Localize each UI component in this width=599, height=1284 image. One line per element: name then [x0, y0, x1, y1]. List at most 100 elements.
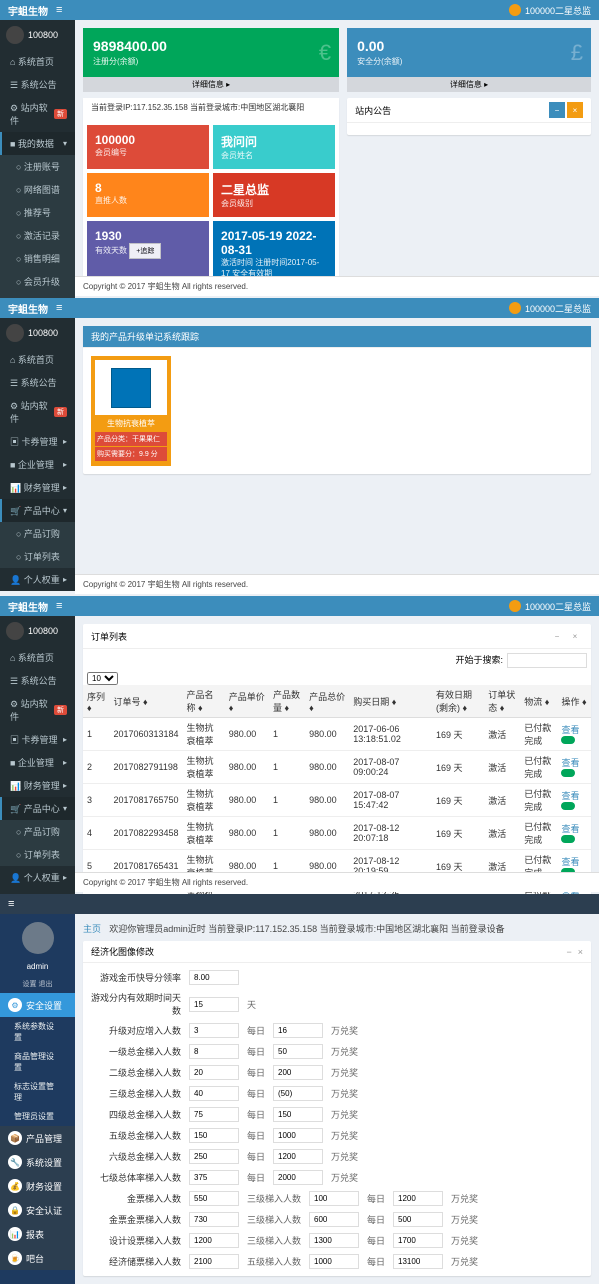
form-input[interactable] [189, 1191, 239, 1206]
menu-sub-item[interactable]: ○ 产品订购 [0, 522, 75, 545]
product-card[interactable]: 生物抗衰植萃 产品分类：干果果仁 购买需要分：9.9 分 [91, 356, 171, 466]
form-input[interactable] [309, 1191, 359, 1206]
menu-item[interactable]: 商品管理设置 [0, 1047, 75, 1077]
form-input[interactable] [273, 1086, 323, 1101]
form-input[interactable] [309, 1233, 359, 1248]
form-input[interactable] [189, 1149, 239, 1164]
close-icon[interactable]: × [578, 947, 583, 957]
admin-actions[interactable]: 设置 退出 [0, 975, 75, 993]
view-link[interactable]: 查看 [561, 824, 579, 834]
minimize-icon[interactable]: − [549, 628, 565, 644]
form-input[interactable] [273, 1107, 323, 1122]
menu-item[interactable]: ⚙ 站内软件新 [0, 692, 75, 728]
stat-footer-link[interactable]: 详细信息 ▸ [347, 77, 591, 92]
table-header[interactable]: 产品名称 ♦ [183, 685, 225, 718]
form-input[interactable] [189, 1212, 239, 1227]
table-header[interactable]: 产品单价 ♦ [225, 685, 269, 718]
table-header[interactable]: 订单号 ♦ [109, 685, 182, 718]
menu-item[interactable]: ▣ 卡券管理▸ [0, 430, 75, 453]
menu-item[interactable]: 👤 个人权重▸ [0, 866, 75, 889]
menu-item[interactable]: 🔒安全认证 [0, 1198, 75, 1222]
view-link[interactable]: 查看 [561, 857, 579, 867]
menu-sub-item[interactable]: ○ 激活记录 [0, 224, 75, 247]
form-input[interactable] [393, 1254, 443, 1269]
form-input[interactable] [393, 1212, 443, 1227]
table-header[interactable]: 物流 ♦ [520, 685, 557, 718]
form-input[interactable] [273, 1128, 323, 1143]
menu-item[interactable]: ⚙ 站内软件新 [0, 96, 75, 132]
table-header[interactable]: 购买日期 ♦ [349, 685, 432, 718]
hamburger-icon[interactable]: ≡ [56, 600, 62, 612]
table-header[interactable]: 产品数量 ♦ [269, 685, 305, 718]
menu-item[interactable]: ⌂ 系统首页 [0, 50, 75, 73]
user-info[interactable]: 100000二星总监 [509, 302, 591, 315]
form-input[interactable] [189, 1086, 239, 1101]
view-link[interactable]: 查看 [561, 725, 579, 735]
form-input[interactable] [189, 1128, 239, 1143]
table-header[interactable]: 订单状态 ♦ [484, 685, 520, 718]
menu-item[interactable]: 👤 个人权重▸ [0, 568, 75, 591]
menu-item[interactable]: ☰ 系统公告 [0, 73, 75, 96]
form-input[interactable] [309, 1212, 359, 1227]
search-input[interactable] [507, 653, 587, 668]
menu-item[interactable]: 标志设置管理 [0, 1077, 75, 1107]
menu-item[interactable]: 💰财务设置 [0, 1174, 75, 1198]
table-header[interactable]: 有效日期(剩余) ♦ [432, 685, 484, 718]
menu-sub-item[interactable]: ○ 会员升级 [0, 270, 75, 293]
menu-item[interactable]: ▣ 卡券管理▸ [0, 728, 75, 751]
menu-sub-item[interactable]: ○ 推荐号 [0, 201, 75, 224]
track-button[interactable]: +追踪 [129, 243, 161, 259]
form-input[interactable] [189, 1254, 239, 1269]
minimize-icon[interactable]: − [549, 102, 565, 118]
user-info[interactable]: 100000二星总监 [509, 600, 591, 613]
form-input[interactable] [189, 1233, 239, 1248]
stat-footer-link[interactable]: 详细信息 ▸ [83, 77, 339, 92]
form-input[interactable] [189, 1044, 239, 1059]
menu-sub-item[interactable]: ○ 销售明细 [0, 247, 75, 270]
menu-item[interactable]: 📊 财务管理▸ [0, 476, 75, 499]
form-input[interactable] [393, 1191, 443, 1206]
menu-item[interactable]: 🛒 产品中心▾ [0, 797, 75, 820]
menu-item[interactable]: ■ 我的数据▾ [0, 132, 75, 155]
form-input[interactable] [273, 1023, 323, 1038]
form-input[interactable] [273, 1149, 323, 1164]
menu-item[interactable]: 🛒 产品中心▾ [0, 499, 75, 522]
menu-item[interactable]: ☰ 系统公告 [0, 669, 75, 692]
view-link[interactable]: 查看 [561, 758, 579, 768]
table-header[interactable]: 操作 ♦ [557, 685, 591, 718]
table-header[interactable]: 产品总价 ♦ [305, 685, 349, 718]
menu-item[interactable]: ⌂ 系统首页 [0, 646, 75, 669]
user-info[interactable]: 100000二星总监 [509, 4, 591, 17]
hamburger-icon[interactable]: ≡ [8, 898, 14, 910]
menu-item[interactable]: ☰ 系统公告 [0, 371, 75, 394]
close-icon[interactable]: × [567, 102, 583, 118]
breadcrumb-home[interactable]: 主页 [83, 924, 101, 934]
form-input[interactable] [273, 1044, 323, 1059]
menu-item[interactable]: 🍺吧台 [0, 1246, 75, 1270]
page-size-select[interactable]: 10 [87, 672, 118, 685]
menu-item[interactable]: 📦产品管理 [0, 1126, 75, 1150]
form-input[interactable] [273, 1170, 323, 1185]
menu-sub-item[interactable]: ○ 注册账号 [0, 155, 75, 178]
form-input[interactable] [309, 1254, 359, 1269]
form-input[interactable] [273, 1065, 323, 1080]
view-link[interactable]: 查看 [561, 791, 579, 801]
menu-sub-item[interactable]: ○ 产品订购 [0, 820, 75, 843]
menu-item[interactable]: 管理员设置 [0, 1107, 75, 1126]
form-input[interactable] [189, 1170, 239, 1185]
menu-item[interactable]: ■ 企业管理▸ [0, 751, 75, 774]
menu-item[interactable]: ⚙安全设置 [0, 993, 75, 1017]
menu-item[interactable]: 📊报表 [0, 1222, 75, 1246]
hamburger-icon[interactable]: ≡ [56, 302, 62, 314]
menu-item[interactable]: 系统参数设置 [0, 1017, 75, 1047]
form-input[interactable] [189, 1065, 239, 1080]
menu-sub-item[interactable]: ○ 订单列表 [0, 843, 75, 866]
form-input[interactable] [189, 1107, 239, 1122]
menu-item[interactable]: ■ 企业管理▸ [0, 453, 75, 476]
menu-item[interactable]: 📊 财务管理▸ [0, 774, 75, 797]
menu-sub-item[interactable]: ○ 订单列表 [0, 545, 75, 568]
form-input[interactable] [393, 1233, 443, 1248]
form-input[interactable] [189, 970, 239, 985]
menu-sub-item[interactable]: ○ 网络图谱 [0, 178, 75, 201]
menu-item[interactable]: ⌂ 系统首页 [0, 348, 75, 371]
